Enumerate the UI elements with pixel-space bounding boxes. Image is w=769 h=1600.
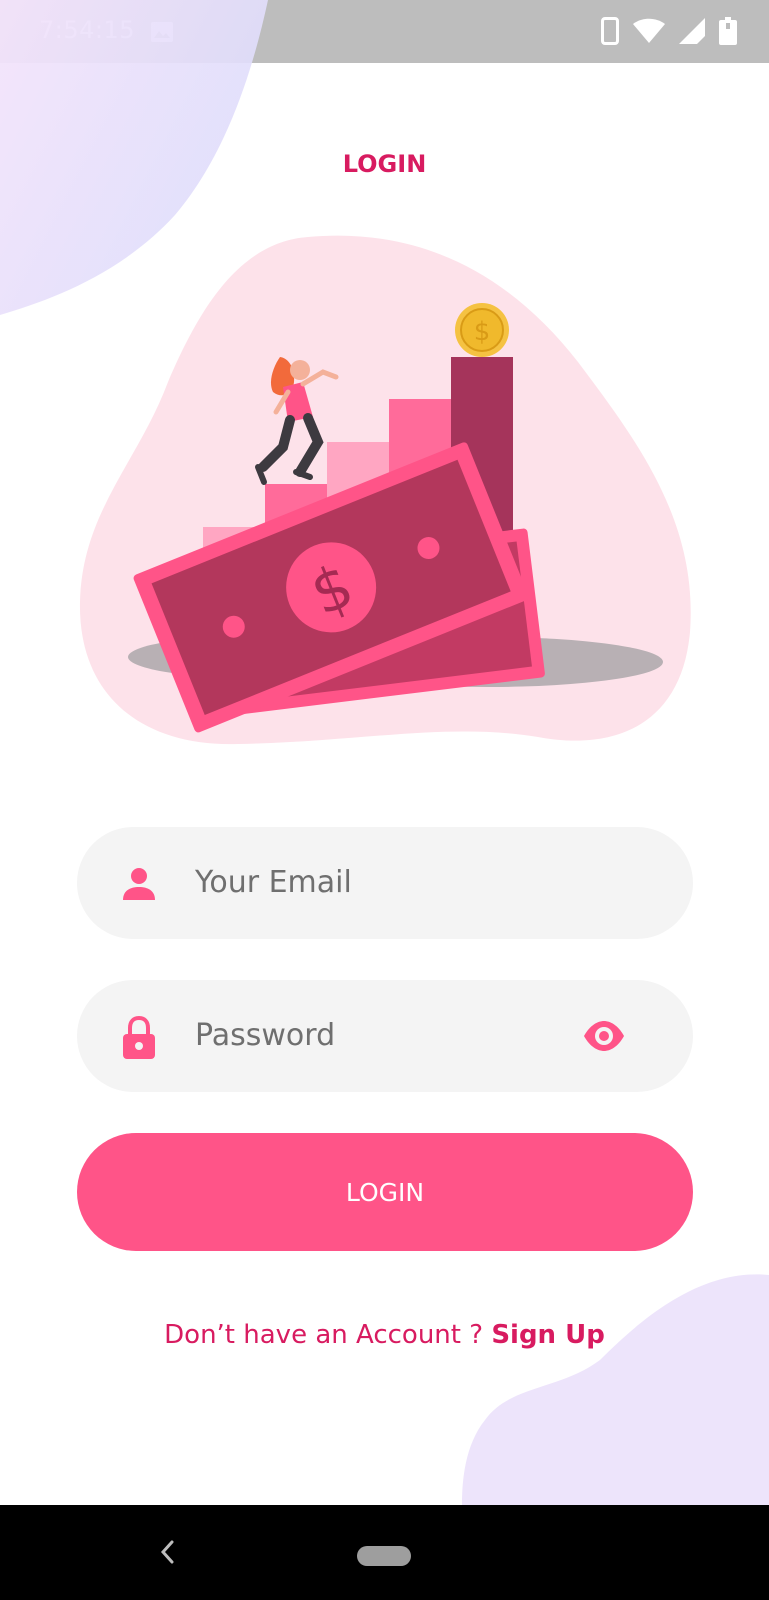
status-bar: 7:54:15	[0, 0, 769, 63]
wifi-icon	[633, 18, 665, 43]
status-time: 7:54:15	[39, 16, 136, 44]
eye-icon[interactable]	[582, 1020, 626, 1052]
back-icon[interactable]	[160, 1540, 174, 1564]
signup-row: Don’t have an Account ? Sign Up	[0, 1320, 769, 1350]
bottom-right-blob	[462, 1274, 769, 1505]
email-field[interactable]: Your Email	[77, 827, 693, 939]
home-pill-icon[interactable]	[357, 1546, 411, 1566]
page-title: LOGIN	[342, 150, 427, 178]
signal-icon	[679, 18, 705, 44]
money-growth-illustration: $ $	[79, 235, 691, 745]
phone-icon	[601, 17, 619, 45]
signup-prompt: Don’t have an Account ?	[164, 1320, 492, 1350]
battery-icon	[719, 17, 737, 45]
navigation-bar	[0, 1505, 769, 1600]
email-placeholder: Your Email	[195, 865, 352, 900]
password-field[interactable]: Password	[77, 980, 693, 1092]
svg-text:$: $	[474, 317, 491, 347]
password-placeholder: Password	[195, 1018, 336, 1053]
person-icon	[123, 868, 155, 900]
lock-icon	[123, 1016, 155, 1059]
image-icon	[151, 22, 173, 42]
signup-link[interactable]: Sign Up	[491, 1320, 605, 1350]
login-button[interactable]: LOGIN	[77, 1133, 693, 1251]
